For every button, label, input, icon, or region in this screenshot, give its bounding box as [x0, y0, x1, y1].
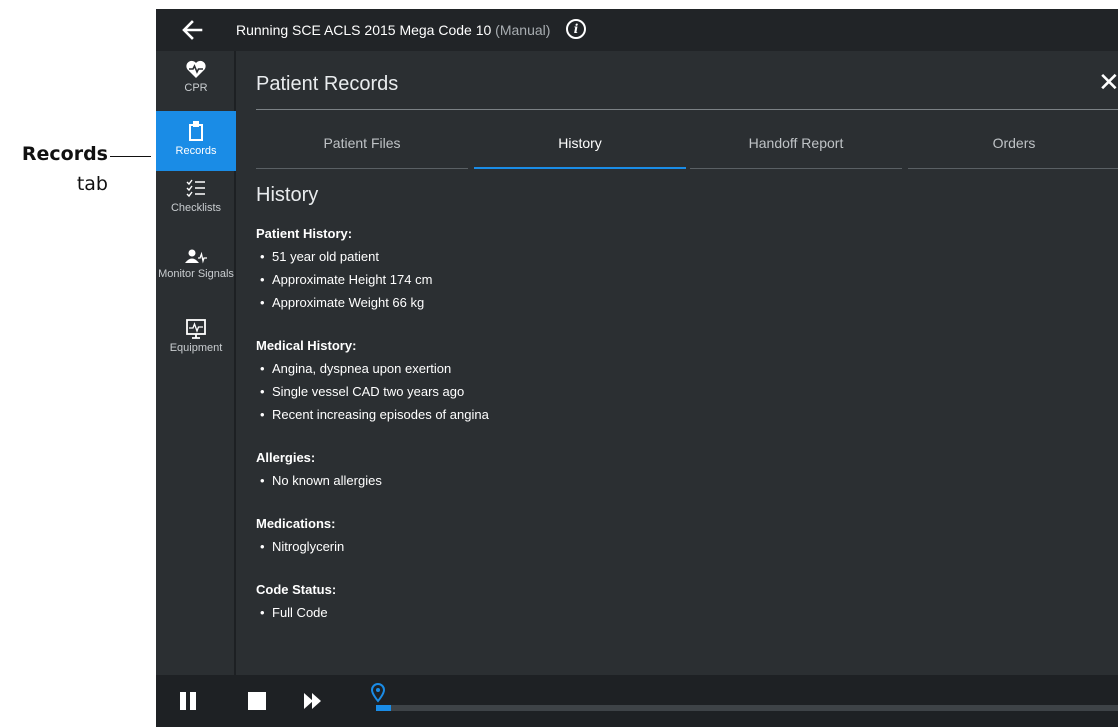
list-item: 51 year old patient — [256, 245, 1096, 268]
user-signal-icon — [185, 249, 207, 264]
medical-history-group: Medical History: Angina, dyspnea upon ex… — [256, 335, 1096, 426]
list-item: No known allergies — [256, 469, 1096, 492]
tab-handoff-report[interactable]: Handoff Report — [690, 135, 902, 169]
list-item: Full Code — [256, 601, 1096, 624]
sidebar-item-monitor-signals[interactable]: Monitor Signals — [156, 249, 236, 313]
checklist-icon — [186, 179, 205, 198]
scenario-title: Running SCE ACLS 2015 Mega Code 10 (Manu… — [236, 22, 550, 38]
callout-line — [110, 156, 151, 157]
timeline-progress — [376, 705, 391, 711]
tab-history[interactable]: History — [474, 135, 686, 169]
medications-group: Medications: Nitroglycerin — [256, 513, 1096, 558]
fast-forward-button[interactable] — [303, 689, 327, 713]
info-icon[interactable]: i — [566, 19, 586, 39]
records-tab-callout: Records tab — [0, 143, 156, 203]
close-button[interactable]: ✕ — [1098, 67, 1118, 97]
history-content: Patient History: 51 year old patient App… — [256, 223, 1096, 645]
list-item: Angina, dyspnea upon exertion — [256, 357, 1096, 380]
sidebar-item-label: CPR — [184, 82, 208, 94]
sidebar-item-label: Records — [175, 145, 217, 157]
callout-title: Records — [21, 143, 108, 165]
list-item: Approximate Height 174 cm — [256, 268, 1096, 291]
list-item: Approximate Weight 66 kg — [256, 291, 1096, 314]
panel-divider — [256, 109, 1118, 110]
app-window: Running SCE ACLS 2015 Mega Code 10 (Manu… — [156, 9, 1118, 727]
sidebar-item-records[interactable]: Records — [156, 111, 236, 171]
heart-pulse-icon — [186, 60, 206, 78]
tab-orders[interactable]: Orders — [908, 135, 1118, 169]
monitor-icon — [186, 319, 206, 339]
sidebar-item-checklists[interactable]: Checklists — [156, 179, 236, 235]
patient-history-group: Patient History: 51 year old patient App… — [256, 223, 1096, 314]
pause-button[interactable] — [178, 689, 202, 713]
list-item: Nitroglycerin — [256, 535, 1096, 558]
arrow-left-icon — [182, 20, 203, 40]
list-item: Recent increasing episodes of angina — [256, 403, 1096, 426]
list-item: Single vessel CAD two years ago — [256, 380, 1096, 403]
sidebar-item-equipment[interactable]: Equipment — [156, 319, 236, 373]
stop-icon — [248, 692, 266, 710]
stop-button[interactable] — [246, 689, 270, 713]
top-bar: Running SCE ACLS 2015 Mega Code 10 (Manu… — [156, 9, 1118, 51]
scenario-name: Running SCE ACLS 2015 Mega Code 10 — [236, 22, 492, 38]
group-heading: Patient History: — [256, 226, 353, 241]
code-status-group: Code Status: Full Code — [256, 579, 1096, 624]
sidebar-item-label: Checklists — [170, 202, 222, 214]
sidebar-item-label: Monitor Signals — [158, 268, 234, 280]
playback-bar — [156, 675, 1118, 727]
clipboard-icon — [189, 121, 203, 141]
sidebar-item-label: Equipment — [169, 342, 223, 354]
section-title: History — [256, 184, 319, 206]
group-heading: Medical History: — [256, 338, 357, 353]
close-icon: ✕ — [1098, 67, 1118, 97]
group-heading: Code Status: — [256, 582, 337, 597]
tab-patient-files[interactable]: Patient Files — [256, 135, 468, 169]
group-heading: Allergies: — [256, 450, 316, 465]
scenario-mode: (Manual) — [495, 22, 551, 38]
panel-title: Patient Records — [256, 73, 399, 95]
location-pin-icon[interactable] — [370, 683, 386, 703]
patient-records-panel: Patient Records ✕ Patient Files History … — [238, 51, 1118, 683]
callout-subtitle: tab — [76, 173, 108, 195]
sidebar: CPR Records Checklists Monitor Signals E… — [156, 51, 236, 683]
back-button[interactable] — [178, 15, 206, 45]
allergies-group: Allergies: No known allergies — [256, 447, 1096, 492]
group-heading: Medications: — [256, 516, 336, 531]
sidebar-item-cpr[interactable]: CPR — [156, 51, 236, 109]
timeline-slider[interactable] — [376, 705, 1118, 711]
